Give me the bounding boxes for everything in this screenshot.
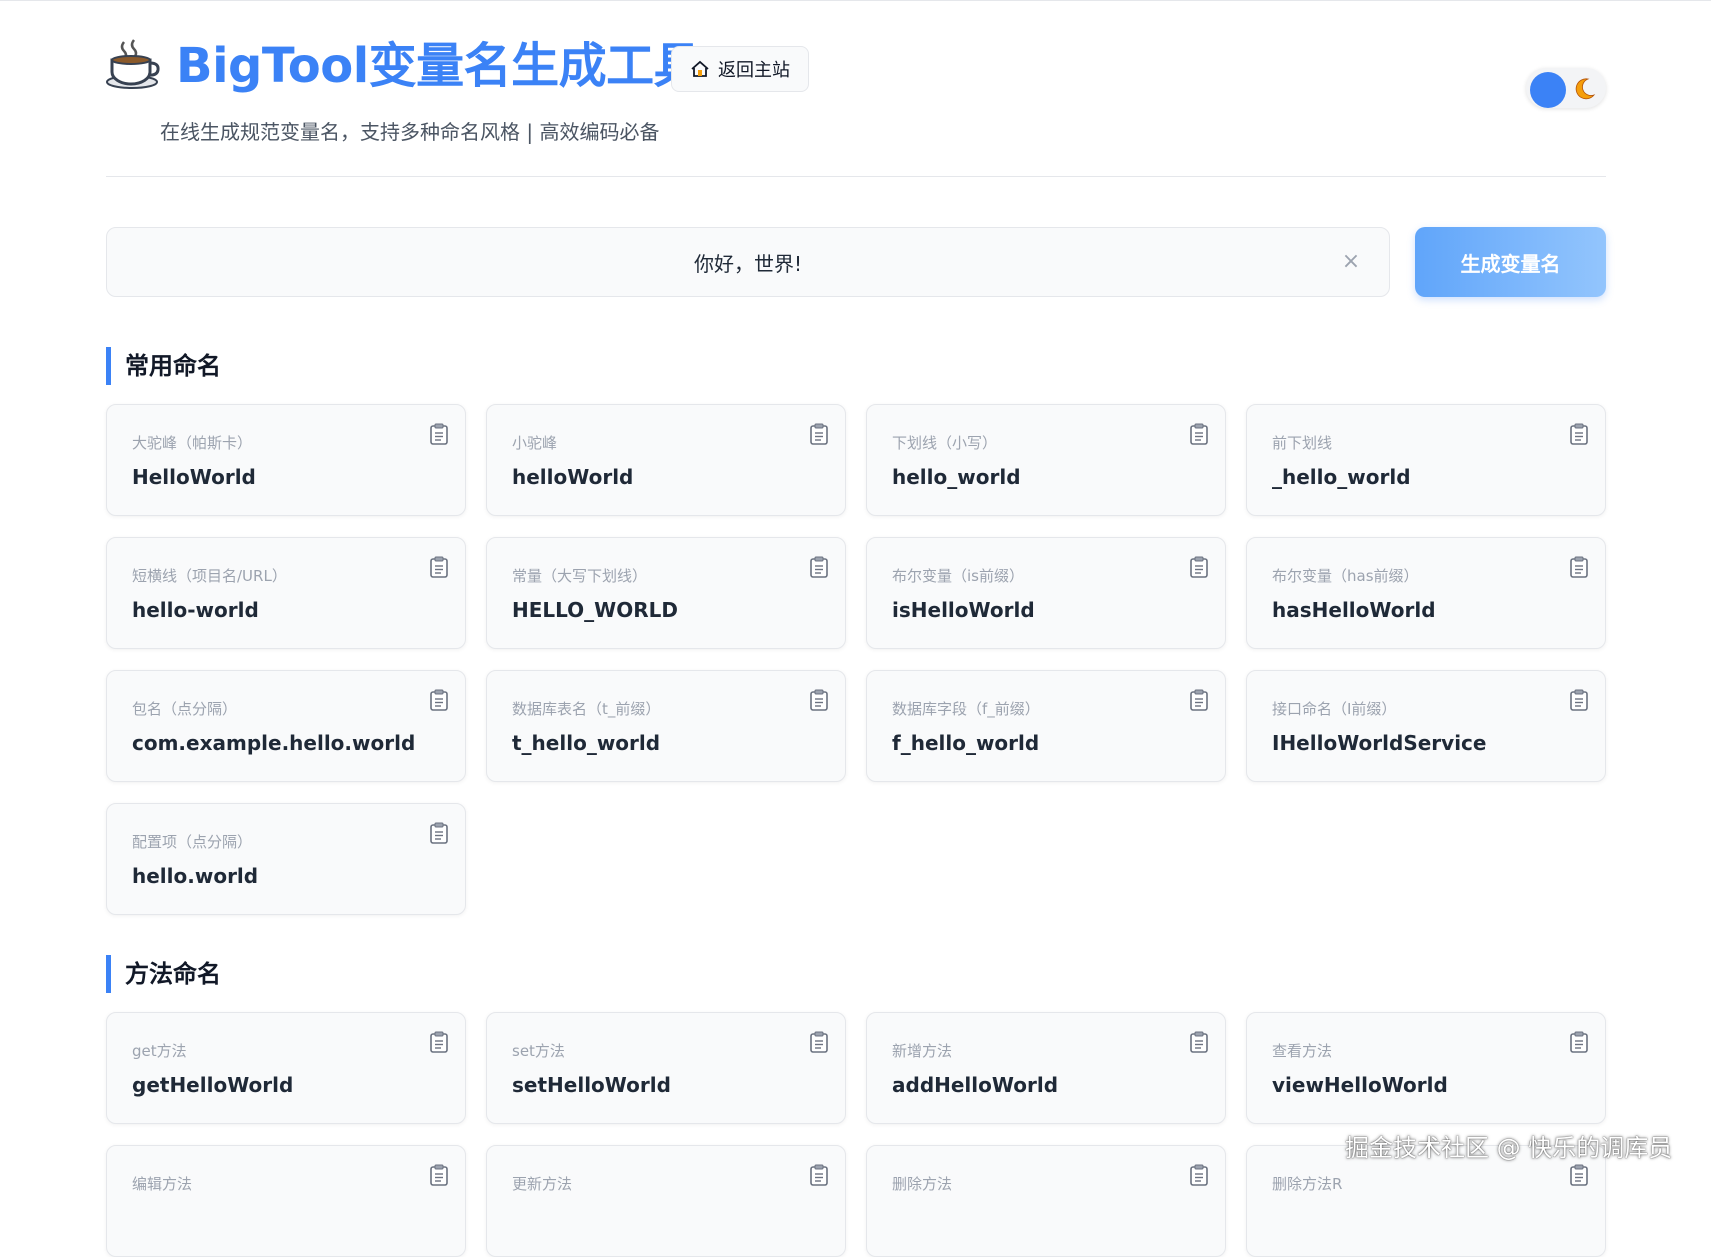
- page-container: BigTool变量名生成工具 返回主站 在线生成规范变量名，支持多种命名风格 |…: [106, 0, 1606, 1257]
- clipboard-icon[interactable]: [1569, 423, 1589, 445]
- search-row: × 生成变量名: [106, 227, 1606, 297]
- name-card[interactable]: 短横线（项目名/URL） hello-world: [106, 537, 466, 649]
- card-label: 接口命名（I前缀）: [1272, 700, 1397, 718]
- name-card[interactable]: 查看方法 viewHelloWorld: [1246, 1012, 1606, 1124]
- clipboard-icon[interactable]: [1189, 556, 1209, 578]
- name-card[interactable]: 常量（大写下划线） HELLO_WORLD: [486, 537, 846, 649]
- clipboard-icon[interactable]: [809, 1164, 829, 1186]
- clipboard-icon[interactable]: [1569, 556, 1589, 578]
- clipboard-icon[interactable]: [429, 689, 449, 711]
- card-label: 常量（大写下划线）: [512, 567, 648, 585]
- card-value: IHelloWorldService: [1272, 731, 1487, 755]
- clipboard-icon[interactable]: [809, 689, 829, 711]
- section-title-common: 常用命名: [106, 347, 221, 385]
- card-label: 更新方法: [512, 1175, 573, 1193]
- clipboard-icon[interactable]: [429, 1031, 449, 1053]
- card-value: setHelloWorld: [512, 1073, 671, 1097]
- coffee-cup-icon: [106, 39, 160, 89]
- name-card[interactable]: 布尔变量（is前缀） isHelloWorld: [866, 537, 1226, 649]
- page-header: BigTool变量名生成工具 返回主站 在线生成规范变量名，支持多种命名风格 |…: [106, 0, 1606, 177]
- clipboard-icon[interactable]: [429, 1164, 449, 1186]
- card-label: 数据库字段（f_前缀）: [892, 700, 1040, 718]
- close-icon[interactable]: ×: [1341, 251, 1361, 273]
- card-value: hello-world: [132, 598, 259, 622]
- card-value: _hello_world: [1272, 465, 1411, 489]
- clipboard-icon[interactable]: [809, 556, 829, 578]
- card-value: helloWorld: [512, 465, 634, 489]
- name-card[interactable]: 数据库字段（f_前缀） f_hello_world: [866, 670, 1226, 782]
- card-label: 布尔变量（is前缀）: [892, 567, 1024, 585]
- clipboard-icon[interactable]: [1189, 1164, 1209, 1186]
- name-card[interactable]: 接口命名（I前缀） IHelloWorldService: [1246, 670, 1606, 782]
- name-card[interactable]: 编辑方法: [106, 1145, 466, 1257]
- clipboard-icon[interactable]: [1569, 1164, 1589, 1186]
- card-label: 布尔变量（has前缀）: [1272, 567, 1419, 585]
- name-card[interactable]: 小驼峰 helloWorld: [486, 404, 846, 516]
- toggle-knob: [1530, 72, 1566, 108]
- clipboard-icon[interactable]: [1189, 689, 1209, 711]
- clipboard-icon[interactable]: [1569, 689, 1589, 711]
- name-card[interactable]: 删除方法: [866, 1145, 1226, 1257]
- name-card[interactable]: 配置项（点分隔） hello.world: [106, 803, 466, 915]
- card-label: 小驼峰: [512, 434, 558, 452]
- clipboard-icon[interactable]: [809, 423, 829, 445]
- watermark: 掘金技术社区 @ 快乐的调库员: [1345, 1134, 1673, 1162]
- generate-button[interactable]: 生成变量名: [1415, 227, 1606, 297]
- card-label: set方法: [512, 1042, 565, 1060]
- card-value: HELLO_WORLD: [512, 598, 678, 622]
- search-box: ×: [106, 227, 1390, 297]
- home-icon: [691, 60, 709, 77]
- name-card[interactable]: set方法 setHelloWorld: [486, 1012, 846, 1124]
- name-card[interactable]: 大驼峰（帕斯卡） HelloWorld: [106, 404, 466, 516]
- card-value: f_hello_world: [892, 731, 1040, 755]
- card-value: isHelloWorld: [892, 598, 1035, 622]
- card-label: 前下划线: [1272, 434, 1333, 452]
- clipboard-icon[interactable]: [429, 423, 449, 445]
- name-card[interactable]: 数据库表名（t_前缀） t_hello_world: [486, 670, 846, 782]
- card-value: com.example.hello.world: [132, 731, 416, 755]
- section-title-methods: 方法命名: [106, 955, 221, 993]
- clipboard-icon[interactable]: [1569, 1031, 1589, 1053]
- name-card[interactable]: 前下划线 _hello_world: [1246, 404, 1606, 516]
- card-value: getHelloWorld: [132, 1073, 294, 1097]
- name-card[interactable]: 包名（点分隔） com.example.hello.world: [106, 670, 466, 782]
- clipboard-icon[interactable]: [809, 1031, 829, 1053]
- card-label: 数据库表名（t_前缀）: [512, 700, 661, 718]
- card-label: 下划线（小写）: [892, 434, 998, 452]
- clipboard-icon[interactable]: [429, 556, 449, 578]
- card-label: 查看方法: [1272, 1042, 1333, 1060]
- card-label: 新增方法: [892, 1042, 953, 1060]
- name-card[interactable]: 新增方法 addHelloWorld: [866, 1012, 1226, 1124]
- card-label: 包名（点分隔）: [132, 700, 238, 718]
- card-label: 编辑方法: [132, 1175, 193, 1193]
- home-button-label: 返回主站: [718, 60, 790, 81]
- clipboard-icon[interactable]: [429, 822, 449, 844]
- moon-icon: [1575, 78, 1596, 100]
- card-value: hello_world: [892, 465, 1021, 489]
- page-subtitle: 在线生成规范变量名，支持多种命名风格 | 高效编码必备: [160, 120, 660, 144]
- home-button[interactable]: 返回主站: [671, 46, 809, 92]
- search-input[interactable]: [107, 228, 1389, 296]
- card-value: addHelloWorld: [892, 1073, 1059, 1097]
- page-title: BigTool变量名生成工具: [176, 38, 702, 94]
- card-value: viewHelloWorld: [1272, 1073, 1448, 1097]
- name-card[interactable]: 布尔变量（has前缀） hasHelloWorld: [1246, 537, 1606, 649]
- name-card[interactable]: get方法 getHelloWorld: [106, 1012, 466, 1124]
- card-label: 大驼峰（帕斯卡）: [132, 434, 253, 452]
- theme-toggle[interactable]: [1526, 68, 1606, 108]
- card-label: 短横线（项目名/URL）: [132, 567, 287, 585]
- card-value: t_hello_world: [512, 731, 661, 755]
- name-card[interactable]: 更新方法: [486, 1145, 846, 1257]
- card-value: hasHelloWorld: [1272, 598, 1436, 622]
- card-label: 删除方法R: [1272, 1175, 1343, 1193]
- card-value: hello.world: [132, 864, 259, 888]
- clipboard-icon[interactable]: [1189, 423, 1209, 445]
- card-label: 配置项（点分隔）: [132, 833, 253, 851]
- card-value: HelloWorld: [132, 465, 256, 489]
- name-card[interactable]: 下划线（小写） hello_world: [866, 404, 1226, 516]
- clipboard-icon[interactable]: [1189, 1031, 1209, 1053]
- card-label: 删除方法: [892, 1175, 953, 1193]
- card-label: get方法: [132, 1042, 187, 1060]
